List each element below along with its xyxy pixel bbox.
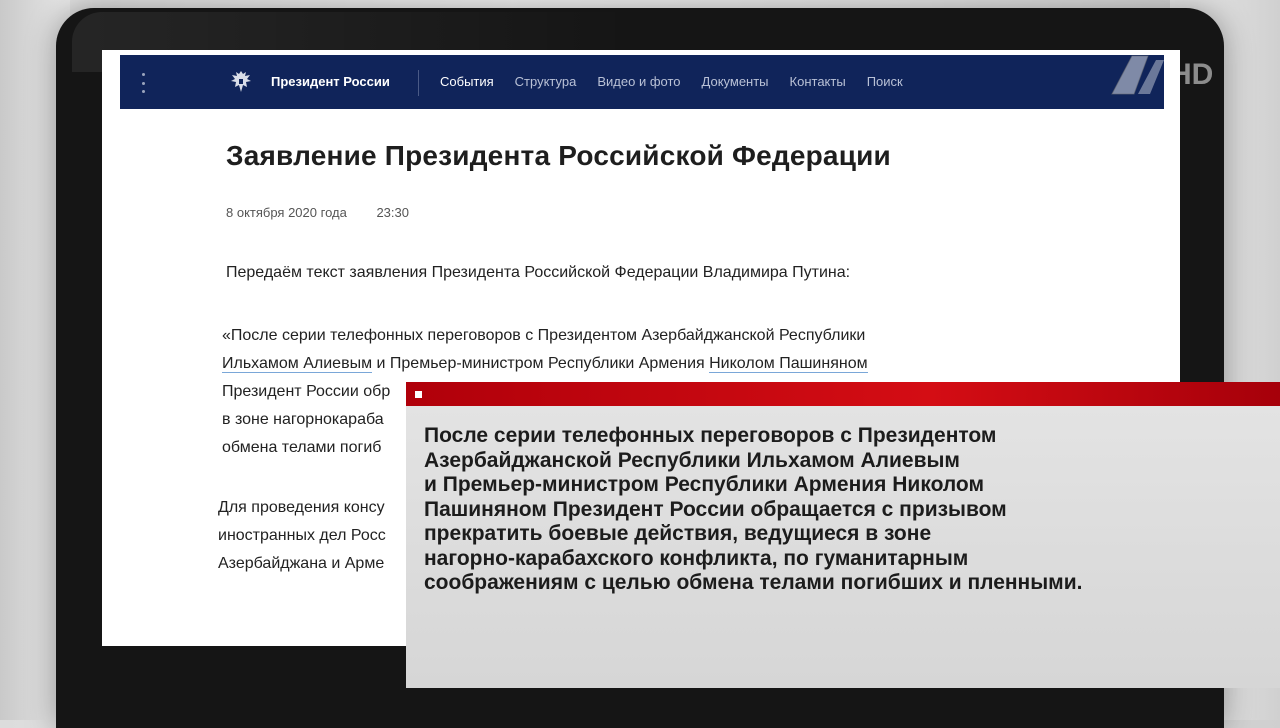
caption-line: Азербайджанской Республики Ильхамом Алие… (424, 448, 960, 472)
caption-line: Пашиняном Президент России обращается с … (424, 497, 1007, 521)
link-aliyev[interactable]: Ильхамом Алиевым (222, 355, 373, 373)
quote-line: «После серии телефонных переговоров с Пр… (222, 327, 866, 344)
caption-line: соображениям с целью обмена телами погиб… (424, 571, 1083, 594)
nav-item-documents[interactable]: Документы (702, 74, 769, 89)
nav-item-contacts[interactable]: Контакты (790, 74, 846, 89)
menu-dots-icon[interactable] (142, 73, 146, 93)
publish-meta: 8 октября 2020 года 23:30 (226, 205, 409, 220)
hd-label: HD (1170, 58, 1213, 91)
caption-marker (415, 391, 422, 398)
lead-paragraph: Передаём текст заявления Президента Росс… (226, 264, 851, 281)
caption-line: нагорно-карабахского конфликта, по гуман… (424, 546, 969, 570)
caption-line: прекратить боевые действия, ведущиеся в … (424, 522, 932, 545)
nav-item-search[interactable]: Поиск (867, 74, 903, 89)
eagle-emblem-icon[interactable] (227, 68, 255, 96)
nav-item-structure[interactable]: Структура (515, 74, 577, 89)
publish-time: 23:30 (376, 205, 409, 220)
nav-item-events[interactable]: События (440, 74, 494, 89)
quote-text: и Премьер-министром Республики Армения (372, 355, 710, 372)
site-name[interactable]: Президент России (271, 74, 390, 89)
publish-date: 8 октября 2020 года (226, 205, 347, 220)
site-navbar: Президент России События Структура Видео… (120, 55, 1164, 109)
nav-divider (418, 70, 419, 96)
caption-line: и Премьер-министром Республики Армения Н… (424, 473, 985, 496)
caption-line: После серии телефонных переговоров с Пре… (424, 424, 997, 447)
link-pashinyan[interactable]: Николом Пашиняном (709, 355, 868, 373)
page-title: Заявление Президента Российской Федераци… (226, 140, 891, 171)
channel-one-hd-logo: HD (1111, 55, 1213, 95)
caption-text: После серии телефонных переговоров с Пре… (424, 424, 1264, 596)
caption-red-bar (406, 382, 1280, 406)
nav-item-video-photo[interactable]: Видео и фото (597, 74, 680, 89)
quote-line: Ильхамом Алиевым и Премьер-министром Рес… (222, 350, 982, 378)
nav-menu: События Структура Видео и фото Документы… (440, 74, 924, 89)
